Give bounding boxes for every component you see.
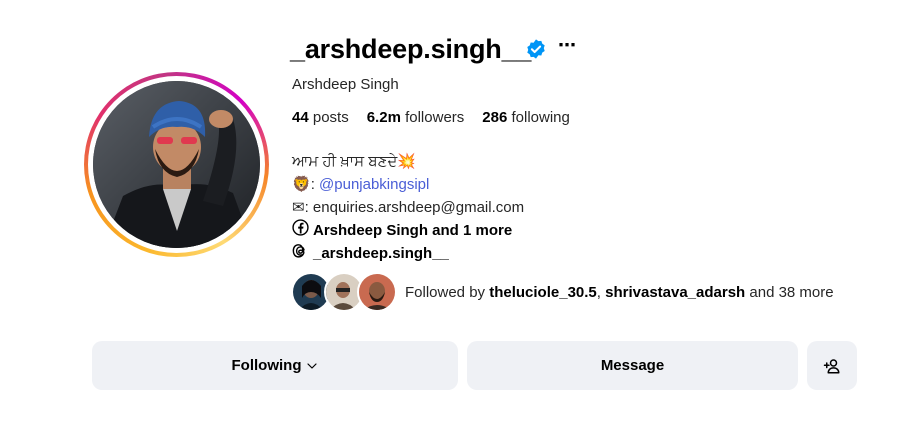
lion-emoji: 🦁 [292, 175, 311, 193]
threads-icon [292, 242, 309, 266]
bio-line-email: ✉: enquiries.arshdeep@gmail.com [292, 196, 524, 219]
posts-label: posts [312, 109, 349, 126]
avatar-photo [93, 81, 260, 248]
profile-username: _arshdeep.singh__ [290, 34, 532, 64]
bio-line-facebook[interactable]: Arshdeep Singh and 1 more [292, 218, 524, 243]
following-count: 286 [482, 109, 508, 126]
bio-mention-link[interactable]: @punjabkingsipl [319, 174, 429, 196]
spark-emoji: 💥 [397, 152, 416, 170]
bio-line-mention: 🦁: @punjabkingsipl [292, 173, 524, 196]
profile-avatar[interactable] [93, 81, 260, 248]
chevron-down-icon [306, 360, 318, 372]
following-label: following [511, 109, 570, 126]
posts-stat: 44 posts [292, 109, 349, 126]
followers-stat[interactable]: 6.2m followers [367, 109, 465, 126]
facebook-link-text: Arshdeep Singh and 1 more [313, 221, 513, 239]
story-ring[interactable] [84, 72, 269, 257]
profile-full-name: Arshdeep Singh [292, 76, 399, 93]
posts-count: 44 [292, 109, 309, 126]
bio-email-text: : enquiries.arshdeep@gmail.com [304, 198, 525, 216]
profile-stats: 44 posts 6.2m followers 286 following [292, 109, 570, 126]
envelope-icon: ✉ [292, 198, 305, 216]
followers-label: followers [405, 109, 465, 126]
facebook-icon [292, 218, 309, 243]
followed-by-user[interactable]: shrivastava_adarsh [605, 284, 745, 301]
mutual-avatar [357, 272, 397, 312]
bio-tagline-text: ਆਮ ਹੀ ਖ਼ਾਸ ਬਣਦੇ [292, 152, 398, 170]
more-options-icon[interactable]: ⋯ [557, 36, 577, 58]
following-stat[interactable]: 286 following [482, 109, 570, 126]
suggest-accounts-button[interactable] [807, 341, 857, 390]
followed-by-text: Followed by theluciole_30.5, shrivastava… [405, 284, 834, 301]
followed-by[interactable]: Followed by theluciole_30.5, shrivastava… [291, 272, 834, 312]
followed-by-separator: , [596, 283, 606, 301]
followed-by-prefix: Followed by [405, 283, 490, 301]
add-user-icon [823, 357, 841, 375]
followed-by-user[interactable]: theluciole_30.5 [489, 284, 597, 301]
following-button[interactable]: Following [92, 341, 458, 390]
bio-line-threads[interactable]: _arshdeep.singh__ [292, 242, 524, 265]
threads-link-text: _arshdeep.singh__ [313, 244, 449, 262]
bio-line-tagline: ਆਮ ਹੀ ਖ਼ਾਸ ਬਣਦੇ 💥 [292, 150, 524, 173]
verified-badge-icon [525, 38, 547, 65]
message-button[interactable]: Message [467, 341, 798, 390]
followers-count: 6.2m [366, 109, 401, 126]
followed-by-suffix: and 38 more [745, 283, 834, 301]
following-button-label: Following [231, 357, 302, 374]
message-button-label: Message [600, 357, 665, 374]
mention-prefix: : [310, 175, 315, 193]
profile-bio: ਆਮ ਹੀ ਖ਼ਾਸ ਬਣਦੇ 💥 🦁: @punjabkingsipl ✉: e… [292, 150, 524, 265]
